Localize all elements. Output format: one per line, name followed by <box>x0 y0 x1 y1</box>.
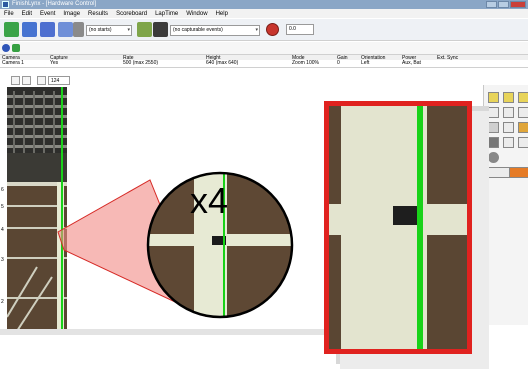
magnified-graphic <box>329 106 467 349</box>
magnified-view <box>324 101 472 354</box>
zoom-label: x4 <box>190 180 229 221</box>
